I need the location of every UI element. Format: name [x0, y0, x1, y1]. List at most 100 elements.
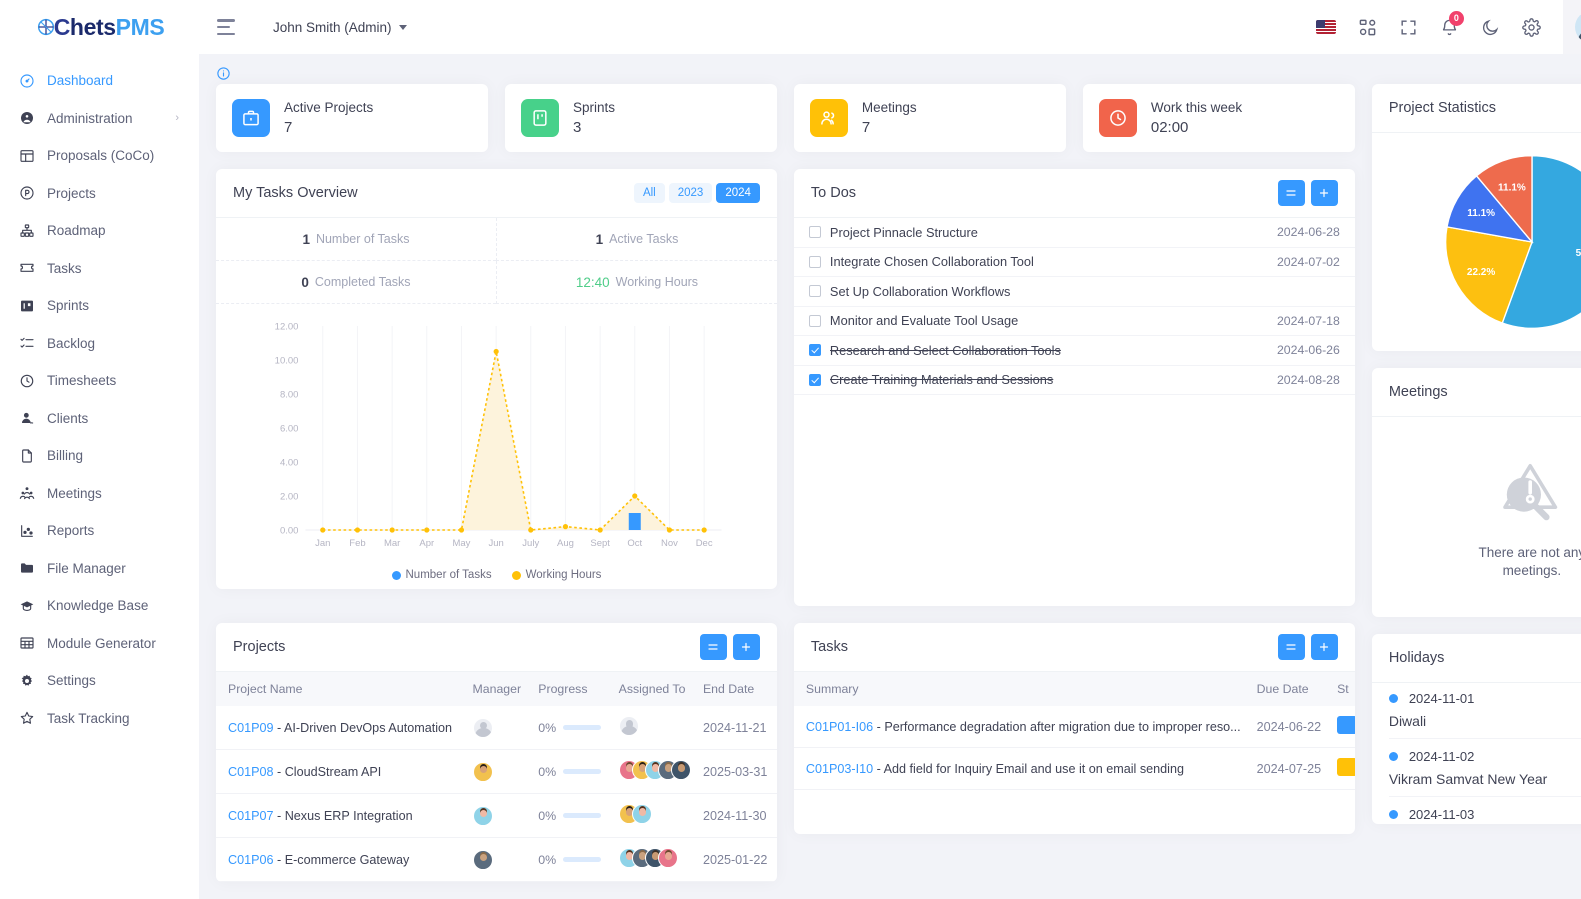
avatar-stack: [618, 760, 691, 780]
todo-item[interactable]: Monitor and Evaluate Tool Usage 2024-07-1…: [793, 307, 1355, 336]
projects-add-button[interactable]: [732, 634, 760, 660]
svg-text:11.1%: 11.1%: [1467, 208, 1495, 219]
year-filter-all[interactable]: All: [633, 183, 665, 203]
sidebar-item-settings[interactable]: Settings: [0, 662, 199, 700]
todos-list-button[interactable]: [1277, 180, 1305, 206]
todo-item[interactable]: Project Pinnacle Structure 2024-06-28: [793, 218, 1355, 248]
todo-due-date: 2024-06-26: [1276, 343, 1340, 358]
sidebar-item-backlog[interactable]: Backlog: [0, 325, 199, 363]
task-code-link[interactable]: C01P01-I06: [806, 720, 873, 734]
task-summary-cell[interactable]: C01P01-I06 - Performance degradation aft…: [793, 706, 1249, 748]
table-row[interactable]: C01P03-I10 - Add field for Inquiry Email…: [793, 747, 1355, 790]
sidebar-item-billing[interactable]: Billing: [0, 437, 199, 475]
avatar: [472, 849, 493, 870]
tasks-add-button[interactable]: [1310, 634, 1338, 660]
sidebar-item-label: Task Tracking: [47, 710, 130, 726]
sidebar-item-label: Roadmap: [47, 223, 106, 239]
project-code-link[interactable]: C01P07: [228, 809, 274, 823]
sidebar-item-knowledge-base[interactable]: Knowledge Base: [0, 587, 199, 625]
todo-checkbox[interactable]: [808, 226, 821, 239]
bell-icon[interactable]: 0: [1440, 10, 1464, 37]
sidebar-item-clients[interactable]: Clients: [0, 400, 199, 438]
stat-card-active-projects[interactable]: Active Projects 7: [216, 84, 488, 152]
year-filter-2024[interactable]: 2024: [716, 183, 760, 203]
sidebar-item-dashboard[interactable]: Dashboard: [0, 62, 199, 100]
holiday-date: 2024-11-03: [1408, 806, 1475, 822]
project-name-cell[interactable]: C01P09 - AI-Driven DevOps Automation: [216, 706, 465, 750]
sidebar-item-file-manager[interactable]: File Manager: [0, 550, 199, 588]
table-row[interactable]: C01P06 - E-commerce Gateway 0% 2025-01-22: [216, 837, 777, 882]
user-switcher-dropdown[interactable]: John Smith (Admin): [273, 20, 407, 35]
project-name-cell[interactable]: C01P06 - E-commerce Gateway: [216, 837, 465, 882]
moon-icon[interactable]: [1481, 18, 1500, 37]
table-row[interactable]: C01P07 - Nexus ERP Integration 0% 2024-11-…: [216, 793, 777, 838]
gear-icon[interactable]: [1522, 17, 1541, 37]
task-code-link[interactable]: C01P03-I10: [806, 762, 873, 776]
stat-card-sprints[interactable]: Sprints 3: [504, 84, 777, 152]
year-filter-2023[interactable]: 2023: [668, 183, 713, 203]
flag-us-icon[interactable]: [1315, 20, 1336, 34]
sidebar-toggle-button[interactable]: [217, 19, 237, 35]
todo-due-date: 2024-06-28: [1276, 225, 1340, 240]
task-summary-cell[interactable]: C01P03-I10 - Add field for Inquiry Email…: [793, 747, 1249, 790]
meetings-empty-text: There are not any meetings.: [1478, 544, 1581, 578]
todo-checkbox[interactable]: [808, 314, 821, 327]
todo-checkbox[interactable]: [808, 373, 821, 386]
svg-text:2.00: 2.00: [280, 492, 299, 503]
table-row[interactable]: C01P08 - CloudStream API 0% 2025-03-31: [216, 749, 777, 794]
todo-item[interactable]: Create Training Materials and Sessions 20…: [793, 366, 1355, 395]
sidebar-item-tasks[interactable]: Tasks: [0, 250, 199, 288]
legend-item[interactable]: Working Hours: [511, 569, 601, 581]
tasks-list-button[interactable]: [1277, 634, 1305, 660]
profile-menu[interactable]: John Smith Admin: [1562, 0, 1581, 54]
todos-add-button[interactable]: [1310, 180, 1338, 206]
projects-list-button[interactable]: [699, 634, 727, 660]
sidebar-item-projects[interactable]: Projects: [0, 175, 199, 213]
todo-item[interactable]: Research and Select Collaboration Tools 2…: [793, 336, 1355, 366]
sidebar-item-reports[interactable]: Reports: [0, 512, 199, 550]
fullscreen-icon[interactable]: [1399, 18, 1418, 37]
apps-grid-icon[interactable]: [1358, 18, 1377, 37]
holiday-item: 2024-11-01FridayDiwali: [1372, 683, 1581, 741]
sidebar-item-module-generator[interactable]: Module Generator: [0, 625, 199, 663]
table-row[interactable]: C01P01-I06 - Performance degradation aft…: [793, 706, 1355, 748]
todo-due-date: 2024-07-18: [1276, 313, 1340, 328]
project-name-cell[interactable]: C01P07 - Nexus ERP Integration: [216, 793, 465, 838]
svg-text:11.1%: 11.1%: [1498, 182, 1526, 193]
todo-checkbox[interactable]: [808, 285, 821, 298]
table-row[interactable]: C01P09 - AI-Driven DevOps Automation 0% 20…: [216, 706, 777, 750]
svg-text:Apr: Apr: [419, 538, 434, 549]
sidebar-item-timesheets[interactable]: Timesheets: [0, 362, 199, 400]
project-code-link[interactable]: C01P09: [228, 721, 274, 735]
brand-logo[interactable]: ChetsPMS: [0, 0, 199, 54]
project-assigned-cell: [610, 837, 695, 882]
sidebar-item-roadmap[interactable]: Roadmap: [0, 212, 199, 250]
sidebar-item-task-tracking[interactable]: Task Tracking: [0, 700, 199, 738]
svg-text:May: May: [452, 538, 470, 549]
project-code-link[interactable]: C01P08: [228, 765, 274, 779]
legend-label: Number of Tasks: [405, 569, 492, 581]
sidebar-item-administration[interactable]: Administration ›: [0, 100, 199, 138]
todo-item[interactable]: Integrate Chosen Collaboration Tool 2024-…: [793, 248, 1355, 277]
sidebar-item-meetings[interactable]: Meetings: [0, 475, 199, 513]
avatar: [1574, 11, 1581, 43]
todo-item[interactable]: Set Up Collaboration Workflows: [793, 277, 1355, 307]
legend-item[interactable]: Number of Tasks: [391, 569, 492, 581]
info-circle-icon[interactable]: [216, 66, 231, 81]
todo-checkbox[interactable]: [808, 344, 821, 357]
project-progress-cell: 0%: [530, 837, 611, 882]
todo-checkbox[interactable]: [808, 255, 821, 268]
project-code-link[interactable]: C01P06: [228, 853, 274, 867]
summary-cell: 1 Number of Tasks: [216, 218, 496, 261]
sitemap-icon: [18, 222, 35, 239]
svg-text:Feb: Feb: [349, 538, 365, 549]
sidebar-item-sprints[interactable]: Sprints: [0, 287, 199, 325]
stat-card-work-this-week[interactable]: Work this week 02:00: [1082, 84, 1355, 152]
sidebar-item-proposals-coco[interactable]: Proposals (CoCo): [0, 137, 199, 175]
holiday-item: 2024-11-03Sunday: [1372, 799, 1581, 824]
todos-list: Project Pinnacle Structure 2024-06-28 Inte…: [793, 218, 1355, 395]
grid-table-icon: [18, 635, 35, 652]
project-name-cell[interactable]: C01P08 - CloudStream API: [216, 749, 465, 794]
stat-card-meetings[interactable]: Meetings 7: [793, 84, 1066, 152]
project-progress-cell: 0%: [530, 706, 611, 750]
